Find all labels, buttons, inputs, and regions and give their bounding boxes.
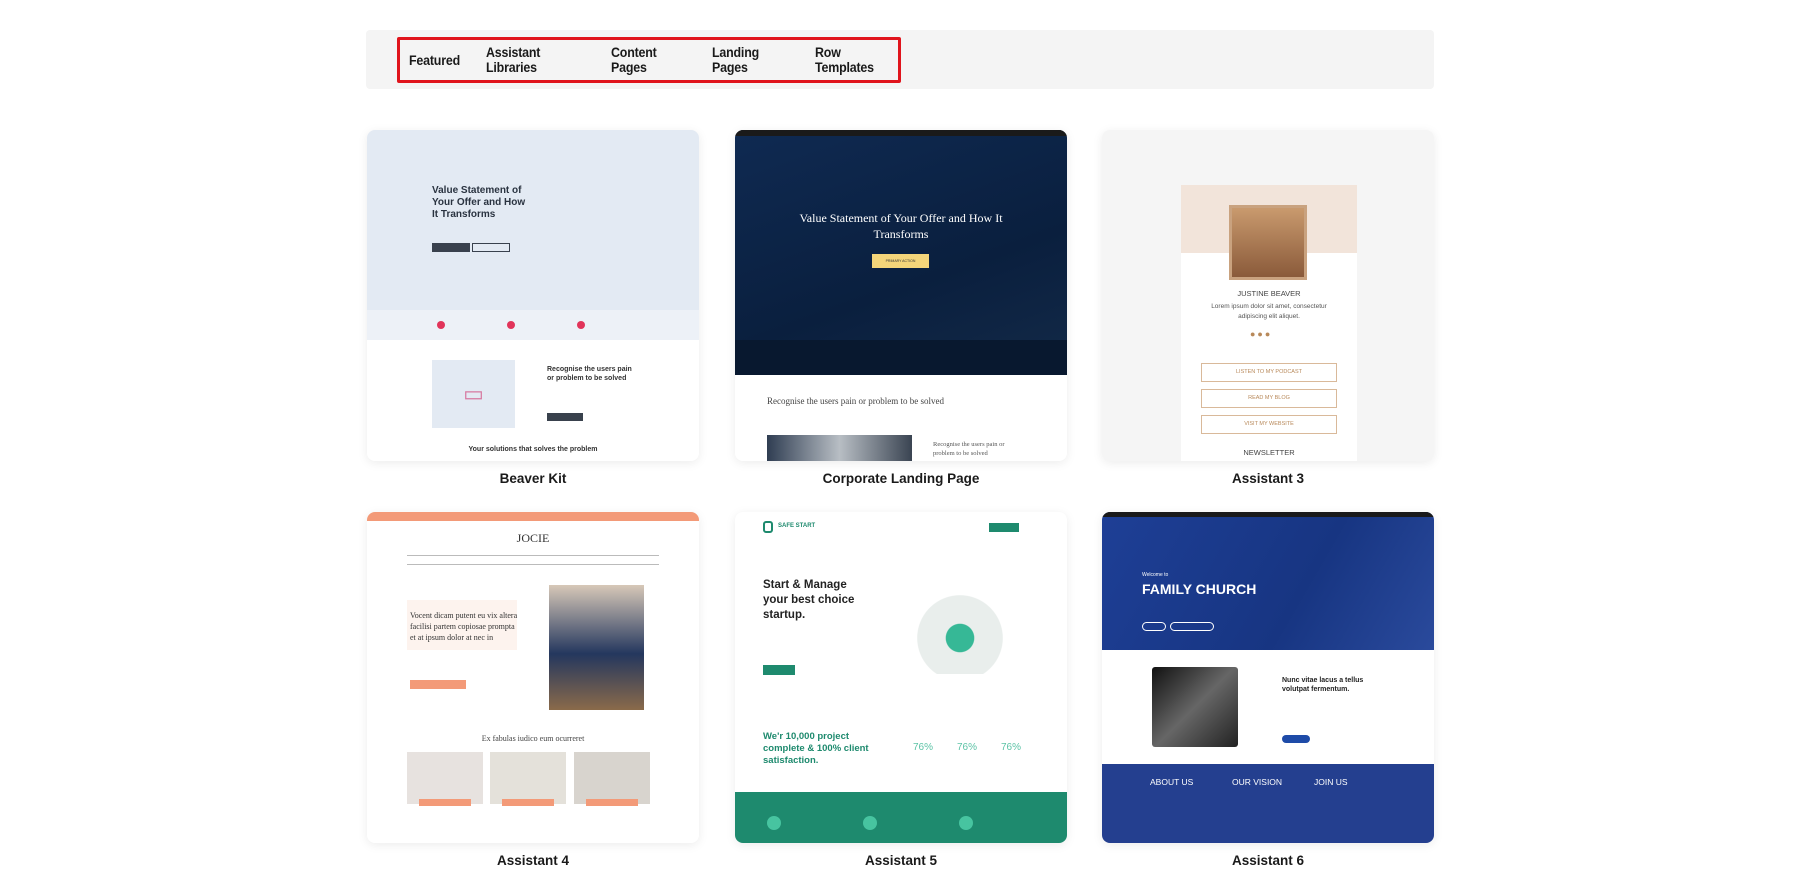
image-placeholder-icon: ▭: [432, 360, 515, 428]
primary-button: [432, 243, 470, 252]
benefits-band: [367, 310, 699, 340]
newsletter-title: NEWSLETTER: [1243, 448, 1295, 457]
features-footer: [735, 792, 1067, 843]
template-name: Assistant 3: [1231, 471, 1305, 486]
section-title: Nunc vitae lacus a tellus volutpat ferme…: [1282, 677, 1364, 693]
stat-value: 76%: [957, 742, 978, 753]
primary-action-button: PRIMARY ACTION: [872, 254, 929, 268]
logo: JOCIE: [516, 531, 550, 545]
nav-bar: [407, 555, 659, 565]
hero-title: Value Statement of Your Offer and How It…: [432, 185, 526, 220]
stat-value: 76%: [913, 742, 934, 753]
hero-button: [1170, 622, 1214, 631]
template-card-beaver-kit[interactable]: Value Statement of Your Offer and How It…: [367, 130, 699, 461]
blog-button: READ MY BLOG: [1201, 389, 1337, 408]
gallery-button: [586, 799, 638, 806]
person-name: JUSTINE BEAVER: [1237, 289, 1301, 298]
template-name: Assistant 5: [864, 853, 938, 868]
learn-more-button: [1282, 735, 1310, 743]
features-strip: [735, 340, 1067, 375]
template-name: Beaver Kit: [499, 471, 567, 486]
announcement-bar: [367, 512, 699, 521]
tab-landing-pages[interactable]: Landing Pages: [712, 45, 787, 75]
side-text: Recognise the users pain or problem to b…: [933, 441, 1005, 457]
tab-content-pages[interactable]: Content Pages: [611, 45, 684, 75]
section-image: [1152, 667, 1238, 747]
cta-button: [989, 523, 1019, 532]
tab-row-templates[interactable]: Row Templates: [815, 45, 891, 75]
social-icons: ●●●: [1250, 329, 1273, 339]
template-card-assistant-5[interactable]: SAFE START Start & Manage your best choi…: [735, 512, 1067, 843]
stat-value: 76%: [1001, 742, 1022, 753]
tabs-highlight-box: Featured Assistant Libraries Content Pag…: [397, 37, 901, 83]
website-button: VISIT MY WEBSITE: [1201, 415, 1337, 434]
section-title: Recognise the users pain or problem to b…: [547, 366, 632, 382]
check-icon: [577, 321, 585, 329]
logo: SAFE START: [778, 523, 816, 529]
template-card-assistant-3[interactable]: JUSTINE BEAVER Lorem ipsum dolor sit ame…: [1102, 130, 1434, 461]
section-title: Ex fabulas iudico eum ocurreret: [481, 734, 585, 743]
template-name: Assistant 4: [496, 853, 570, 868]
section-image: [767, 435, 912, 461]
our-vision-heading: OUR VISION: [1232, 777, 1283, 787]
admin-bar: [735, 130, 1067, 136]
gallery-image: [574, 752, 650, 804]
footer-title: Your solutions that solves the problem: [468, 446, 598, 453]
stats-title: We'r 10,000 project complete & 100% clie…: [763, 731, 869, 766]
hero-button: [410, 680, 466, 689]
hero-title: FAMILY CHURCH: [1142, 581, 1257, 597]
hero-section: [367, 130, 699, 310]
section-title: Recognise the users pain or problem to b…: [767, 396, 944, 406]
hero-illustration: [905, 584, 1015, 674]
profile-photo: [1229, 205, 1307, 280]
secondary-button: [472, 243, 510, 252]
hero-button: [1142, 622, 1166, 631]
bio: Lorem ipsum dolor sit amet, consectetur …: [1211, 303, 1327, 320]
template-name: Corporate Landing Page: [822, 471, 980, 486]
hourglass-icon: [767, 816, 781, 830]
gallery-button: [502, 799, 554, 806]
podcast-button: LISTEN TO MY PODCAST: [1201, 363, 1337, 382]
join-us-heading: JOIN US: [1314, 777, 1348, 787]
hero-text: Vocent dicam putent eu vix altera facili…: [410, 611, 518, 642]
template-card-corporate-landing-page[interactable]: Value Statement of Your Offer and How It…: [735, 130, 1067, 461]
section-button: [547, 413, 583, 421]
welcome-text: Welcome to: [1142, 572, 1169, 578]
hero-title: Value Statement of Your Offer and How It…: [799, 211, 1003, 241]
tab-featured[interactable]: Featured: [409, 53, 460, 68]
check-icon: [437, 321, 445, 329]
hero-button: [763, 665, 795, 675]
template-name: Assistant 6: [1231, 853, 1305, 868]
template-category-bar: Featured Assistant Libraries Content Pag…: [366, 30, 1434, 89]
hero-photo: [549, 585, 644, 710]
gallery-image: [490, 752, 566, 804]
hero-title: Start & Manage your best choice startup.: [763, 579, 855, 621]
template-card-assistant-6[interactable]: Welcome to FAMILY CHURCH Nunc vitae lacu…: [1102, 512, 1434, 843]
hero-section: [735, 130, 1067, 375]
chart-icon: [959, 816, 973, 830]
gallery-button: [419, 799, 471, 806]
tab-assistant-libraries[interactable]: Assistant Libraries: [486, 45, 580, 75]
calendar-icon: [863, 816, 877, 830]
gallery-image: [407, 752, 483, 804]
logo-icon: [763, 521, 773, 533]
admin-bar: [1102, 512, 1434, 517]
info-section: [1102, 764, 1434, 843]
template-card-assistant-4[interactable]: JOCIE Vocent dicam putent eu vix altera …: [367, 512, 699, 843]
about-us-heading: ABOUT US: [1150, 777, 1194, 787]
check-icon: [507, 321, 515, 329]
